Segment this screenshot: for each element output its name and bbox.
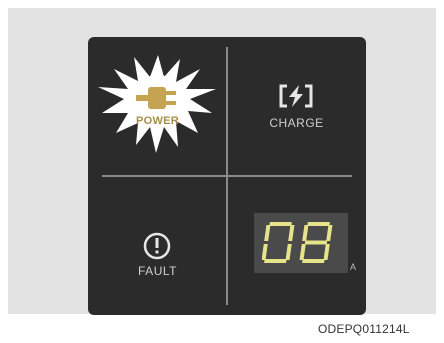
fault-indicator: FAULT — [88, 176, 227, 315]
power-indicator: POWER — [88, 37, 227, 176]
lcd-screen — [254, 213, 348, 273]
figure-caption: ODEPQ011214L — [318, 322, 410, 336]
fault-label: FAULT — [138, 264, 177, 278]
unit-label: A — [350, 262, 357, 272]
exclamation-circle-icon — [143, 232, 171, 260]
power-label: POWER — [135, 115, 180, 127]
charger-status-panel: POWER CHARGE FAULT A — [88, 37, 366, 315]
current-display: A — [227, 176, 366, 315]
lightning-bracket-icon — [279, 84, 313, 108]
seven-segment-digits — [262, 222, 333, 263]
charge-label: CHARGE — [269, 116, 324, 130]
charge-indicator: CHARGE — [227, 37, 366, 176]
plug-icon — [136, 87, 176, 109]
